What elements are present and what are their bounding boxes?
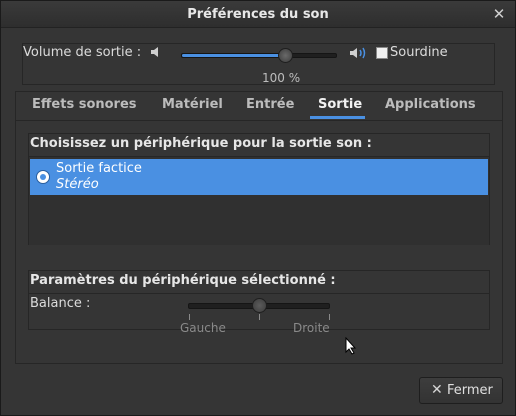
balance-left-label: Gauche bbox=[180, 321, 226, 335]
close-icon: ✕ bbox=[431, 382, 443, 398]
device-name: Sortie factice bbox=[56, 161, 142, 176]
tab-applications[interactable]: Applications bbox=[385, 97, 476, 112]
balance-handle[interactable] bbox=[252, 298, 267, 313]
balance-label: Balance : bbox=[30, 296, 91, 311]
balance-section: Balance : Gauche Droite bbox=[29, 293, 489, 335]
mute-label[interactable]: Sourdine bbox=[390, 45, 448, 60]
output-volume-label: Volume de sortie : bbox=[23, 45, 142, 60]
device-settings-section: Paramètres du périphérique sélectionné :… bbox=[28, 270, 490, 335]
close-button-label: Fermer bbox=[447, 383, 493, 398]
device-settings-title: Paramètres du périphérique sélectionné : bbox=[30, 273, 336, 288]
device-row-sortie-factice[interactable]: Sortie factice Stéréo bbox=[30, 159, 488, 195]
tab-bar: Effets sonores Matériel Entrée Sortie Ap… bbox=[16, 92, 502, 121]
sound-notebook: Effets sonores Matériel Entrée Sortie Ap… bbox=[15, 91, 503, 364]
title-bar[interactable]: Préférences du son ✕ bbox=[1, 1, 515, 28]
window-title: Préférences du son bbox=[187, 7, 329, 22]
active-tab-indicator bbox=[310, 116, 365, 119]
close-button[interactable]: ✕ Fermer bbox=[419, 377, 503, 404]
balance-tick-center bbox=[259, 314, 260, 320]
speaker-high-icon bbox=[350, 47, 366, 59]
output-device-list[interactable]: Sortie factice Stéréo bbox=[29, 156, 489, 245]
tab-effets-sonores[interactable]: Effets sonores bbox=[32, 97, 137, 112]
device-radio[interactable] bbox=[36, 170, 50, 184]
device-profile: Stéréo bbox=[56, 177, 99, 192]
radio-selected-dot bbox=[40, 174, 46, 180]
mute-checkbox[interactable] bbox=[376, 47, 388, 59]
output-volume-section: Volume de sortie : Sourdine 100 % bbox=[22, 43, 495, 85]
sound-preferences-window: Préférences du son ✕ Volume de sortie : … bbox=[0, 0, 516, 416]
tab-divider bbox=[16, 120, 502, 121]
mouse-pointer-icon bbox=[345, 337, 357, 355]
speaker-low-icon bbox=[151, 47, 158, 57]
balance-right-label: Droite bbox=[293, 321, 330, 335]
tab-materiel[interactable]: Matériel bbox=[162, 97, 223, 112]
window-close-icon[interactable]: ✕ bbox=[492, 6, 506, 22]
output-device-section: Choisissez un périphérique pour la sorti… bbox=[28, 133, 490, 245]
output-volume-value: 100 % bbox=[262, 71, 301, 85]
balance-tick-left bbox=[189, 314, 190, 320]
tab-sortie[interactable]: Sortie bbox=[318, 97, 362, 112]
tab-entree[interactable]: Entrée bbox=[246, 97, 294, 112]
output-volume-handle[interactable] bbox=[277, 48, 293, 63]
output-volume-slider[interactable] bbox=[181, 48, 337, 63]
balance-slider[interactable] bbox=[188, 298, 330, 313]
balance-tick-right bbox=[329, 314, 330, 320]
output-device-title: Choisissez un périphérique pour la sorti… bbox=[30, 136, 372, 151]
output-volume-level bbox=[182, 54, 285, 57]
